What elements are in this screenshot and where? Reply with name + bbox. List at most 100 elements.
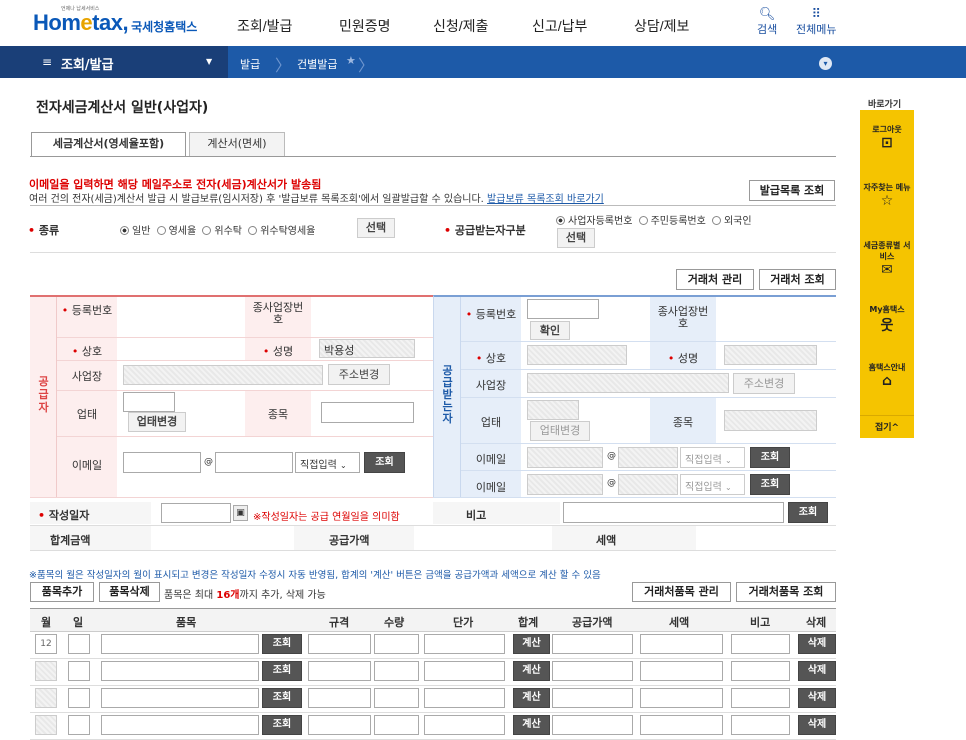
row-delete-button[interactable]: 삭제 bbox=[798, 715, 836, 735]
price-field[interactable] bbox=[424, 661, 505, 681]
row-delete-button[interactable]: 삭제 bbox=[798, 688, 836, 708]
tax-field[interactable] bbox=[640, 661, 723, 681]
type-radio-consign-zero[interactable]: 위수탁영세율 bbox=[248, 226, 315, 237]
collapse-chevron-icon[interactable]: ▾ bbox=[819, 57, 832, 70]
supply-field[interactable] bbox=[552, 688, 633, 708]
item-query-button[interactable]: 조회 bbox=[262, 688, 302, 708]
spec-field[interactable] bbox=[308, 688, 371, 708]
receiver-reg-field[interactable] bbox=[527, 299, 599, 319]
day-field[interactable] bbox=[68, 634, 90, 654]
month-field[interactable] bbox=[35, 715, 57, 735]
hold-list-link[interactable]: 발급보류 목록조회 바로가기 bbox=[487, 194, 604, 205]
rail-collapse[interactable]: 접기^ bbox=[860, 420, 914, 433]
type-radio-normal[interactable]: 일반 bbox=[120, 226, 150, 237]
rail-guide[interactable]: 홈택스안내 ⌂ bbox=[860, 362, 914, 389]
remark-item-field[interactable] bbox=[731, 715, 790, 735]
qty-field[interactable] bbox=[374, 634, 419, 654]
type-select-button[interactable]: 선택 bbox=[357, 218, 395, 238]
receiver-email2-select[interactable]: 직접입력 ⌄ bbox=[680, 474, 745, 495]
type-radio-consign[interactable]: 위수탁 bbox=[202, 226, 242, 237]
day-field[interactable] bbox=[68, 715, 90, 735]
partner-item-manage-button[interactable]: 거래처품목 관리 bbox=[632, 582, 731, 602]
spec-field[interactable] bbox=[308, 661, 371, 681]
qty-field[interactable] bbox=[374, 715, 419, 735]
breadcrumb-single-issue[interactable]: 건별발급 bbox=[297, 56, 337, 72]
write-date-field[interactable] bbox=[161, 503, 231, 523]
star-icon[interactable]: ★ bbox=[346, 54, 356, 67]
rail-my-hometax[interactable]: My홈택스 웃 bbox=[860, 304, 914, 335]
menu-dropdown[interactable] bbox=[0, 46, 228, 78]
partner-item-query-button[interactable]: 거래처품목 조회 bbox=[736, 582, 836, 602]
remark-item-field[interactable] bbox=[731, 661, 790, 681]
month-field[interactable] bbox=[35, 661, 57, 681]
partner-manage-button[interactable]: 거래처 관리 bbox=[676, 269, 754, 290]
supply-field[interactable] bbox=[552, 661, 633, 681]
receiver-email2-query-button[interactable]: 조회 bbox=[750, 474, 790, 495]
qty-field[interactable] bbox=[374, 661, 419, 681]
partner-query-button[interactable]: 거래처 조회 bbox=[759, 269, 836, 290]
spec-field[interactable] bbox=[308, 715, 371, 735]
gnav-item-apply[interactable]: 신청/제출 bbox=[433, 16, 488, 36]
remark-field[interactable] bbox=[563, 502, 784, 523]
item-name-field[interactable] bbox=[101, 715, 259, 735]
gnav-item-consult[interactable]: 상담/제보 bbox=[634, 16, 689, 36]
receiver-biz-change-button[interactable]: 업태변경 bbox=[530, 421, 590, 441]
receiver-email1-select[interactable]: 직접입력 ⌄ bbox=[680, 447, 745, 468]
receiver-addr-change-button[interactable]: 주소변경 bbox=[733, 373, 795, 394]
tax-field[interactable] bbox=[640, 634, 723, 654]
month-field[interactable] bbox=[35, 688, 57, 708]
gnav-item-certificate[interactable]: 민원증명 bbox=[339, 16, 391, 36]
supplier-item-field[interactable] bbox=[321, 402, 414, 423]
recv-radio-foreign[interactable]: 외국인 bbox=[711, 216, 752, 227]
price-field[interactable] bbox=[424, 634, 505, 654]
day-field[interactable] bbox=[68, 688, 90, 708]
supplier-addr-change-button[interactable]: 주소변경 bbox=[328, 364, 390, 385]
breadcrumb-issue[interactable]: 발급 bbox=[240, 56, 260, 72]
supplier-biz-field[interactable] bbox=[123, 392, 175, 412]
gnav-item-report[interactable]: 신고/납부 bbox=[532, 16, 587, 36]
issue-list-button[interactable]: 발급목록 조회 bbox=[749, 180, 835, 201]
item-query-button[interactable]: 조회 bbox=[262, 715, 302, 735]
tab-invoice-taxfree[interactable]: 계산서(면세) bbox=[189, 132, 285, 156]
tax-field[interactable] bbox=[640, 688, 723, 708]
row-delete-button[interactable]: 삭제 bbox=[798, 634, 836, 654]
price-field[interactable] bbox=[424, 715, 505, 735]
item-name-field[interactable] bbox=[101, 688, 259, 708]
calc-button[interactable]: 계산 bbox=[513, 688, 550, 708]
calc-button[interactable]: 계산 bbox=[513, 634, 550, 654]
remark-item-field[interactable] bbox=[731, 634, 790, 654]
supplier-email-id-field[interactable] bbox=[123, 452, 201, 473]
remark-query-button[interactable]: 조회 bbox=[788, 502, 828, 523]
remark-item-field[interactable] bbox=[731, 688, 790, 708]
tax-field[interactable] bbox=[640, 715, 723, 735]
supplier-biz-change-button[interactable]: 업태변경 bbox=[128, 412, 186, 432]
recv-radio-resident[interactable]: 주민등록번호 bbox=[638, 216, 706, 227]
item-name-field[interactable] bbox=[101, 634, 259, 654]
price-field[interactable] bbox=[424, 688, 505, 708]
rail-tax-service[interactable]: 세금종류별 서비스 ✉ bbox=[860, 240, 914, 278]
recv-radio-biz[interactable]: 사업자등록번호 bbox=[556, 216, 632, 227]
month-field[interactable]: 12 bbox=[35, 634, 57, 654]
search-button[interactable]: 🔍︎ 검색 bbox=[757, 8, 777, 37]
qty-field[interactable] bbox=[374, 688, 419, 708]
delete-item-button[interactable]: 품목삭제 bbox=[99, 582, 160, 602]
receiver-select-button[interactable]: 선택 bbox=[557, 228, 595, 248]
rail-logout[interactable]: 로그아웃 ⊡ bbox=[860, 124, 914, 151]
item-query-button[interactable]: 조회 bbox=[262, 661, 302, 681]
receiver-confirm-button[interactable]: 확인 bbox=[530, 321, 570, 340]
supply-field[interactable] bbox=[552, 715, 633, 735]
calendar-icon[interactable]: ▣ bbox=[233, 505, 248, 521]
supplier-email-query-button[interactable]: 조회 bbox=[364, 452, 405, 473]
day-field[interactable] bbox=[68, 661, 90, 681]
all-menu-button[interactable]: ⠿ 전체메뉴 bbox=[796, 8, 836, 37]
supplier-email-domain-field[interactable] bbox=[215, 452, 293, 473]
receiver-email1-query-button[interactable]: 조회 bbox=[750, 447, 790, 468]
rail-favorites[interactable]: 자주찾는 메뉴 ☆ bbox=[860, 182, 914, 209]
supply-field[interactable] bbox=[552, 634, 633, 654]
type-radio-zero[interactable]: 영세율 bbox=[156, 226, 196, 237]
item-query-button[interactable]: 조회 bbox=[262, 634, 302, 654]
gnav-item-issue[interactable]: 조회/발급 bbox=[237, 16, 292, 36]
tab-tax-invoice[interactable]: 세금계산서(영세율포함) bbox=[31, 132, 186, 156]
add-item-button[interactable]: 품목추가 bbox=[30, 582, 94, 602]
hometax-logo[interactable]: 언제나 납세서비스 Hometax, 국세청홈택스 bbox=[33, 6, 197, 38]
